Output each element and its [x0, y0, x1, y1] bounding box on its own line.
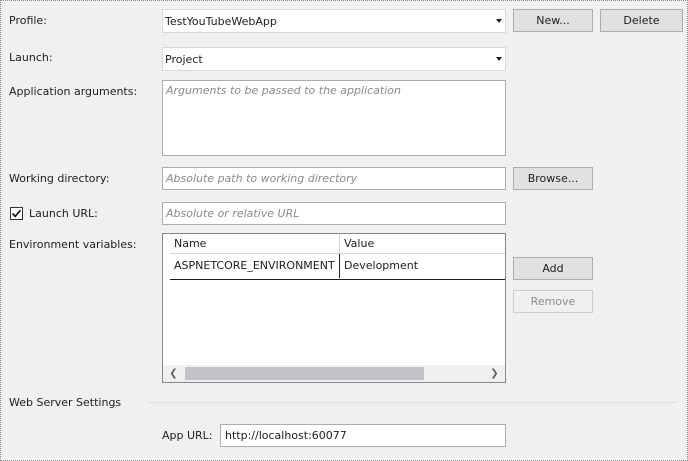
app-args-label: Application arguments:	[9, 85, 138, 98]
scroll-right-icon[interactable]: ❯	[486, 365, 503, 382]
app-args-textarea[interactable]: Arguments to be passed to the applicatio…	[162, 80, 506, 156]
app-args-placeholder: Arguments to be passed to the applicatio…	[166, 84, 401, 97]
app-url-value: http://localhost:60077	[225, 429, 347, 442]
profile-dropdown[interactable]: TestYouTubeWebApp	[162, 9, 506, 33]
working-dir-placeholder: Absolute path to working directory	[166, 172, 358, 185]
checkmark-icon	[11, 209, 22, 218]
working-dir-label: Working directory:	[9, 172, 110, 185]
env-var-value-cell[interactable]: Development	[340, 254, 505, 278]
table-row[interactable]: ASPNETCORE_ENVIRONMENT Development	[170, 254, 505, 280]
launch-url-input[interactable]: Absolute or relative URL	[162, 202, 506, 225]
launch-url-checkbox[interactable]	[10, 207, 23, 220]
new-profile-button[interactable]: New...	[513, 9, 593, 32]
launch-label: Launch:	[9, 51, 53, 64]
launch-dropdown-value: Project	[165, 53, 203, 66]
chevron-down-icon	[496, 19, 502, 23]
scroll-left-icon[interactable]: ❮	[165, 365, 182, 382]
profile-dropdown-value: TestYouTubeWebApp	[165, 15, 277, 28]
remove-env-var-button[interactable]: Remove	[513, 290, 593, 313]
env-vars-grid[interactable]: Name Value ASPNETCORE_ENVIRONMENT Develo…	[162, 233, 506, 383]
delete-profile-button[interactable]: Delete	[600, 9, 683, 32]
profile-label: Profile:	[9, 14, 47, 27]
add-env-var-button[interactable]: Add	[513, 257, 593, 280]
working-dir-input[interactable]: Absolute path to working directory	[162, 167, 506, 190]
app-url-label: App URL:	[162, 429, 213, 442]
scrollbar-thumb[interactable]	[185, 367, 424, 380]
browse-button[interactable]: Browse...	[513, 167, 593, 190]
env-var-name-cell[interactable]: ASPNETCORE_ENVIRONMENT	[170, 254, 340, 278]
web-server-settings-title: Web Server Settings	[9, 396, 122, 409]
column-header-value[interactable]: Value	[340, 234, 505, 254]
column-header-name[interactable]: Name	[170, 234, 340, 254]
env-vars-label: Environment variables:	[9, 238, 137, 251]
section-divider	[148, 402, 677, 403]
app-url-input[interactable]: http://localhost:60077	[220, 424, 506, 447]
debug-profile-panel: Profile: TestYouTubeWebApp New... Delete…	[0, 0, 688, 461]
launch-url-label: Launch URL:	[29, 207, 98, 220]
launch-dropdown[interactable]: Project	[162, 47, 506, 71]
chevron-down-icon	[496, 57, 502, 61]
launch-url-placeholder: Absolute or relative URL	[166, 207, 300, 220]
horizontal-scrollbar[interactable]: ❮ ❯	[163, 365, 505, 382]
